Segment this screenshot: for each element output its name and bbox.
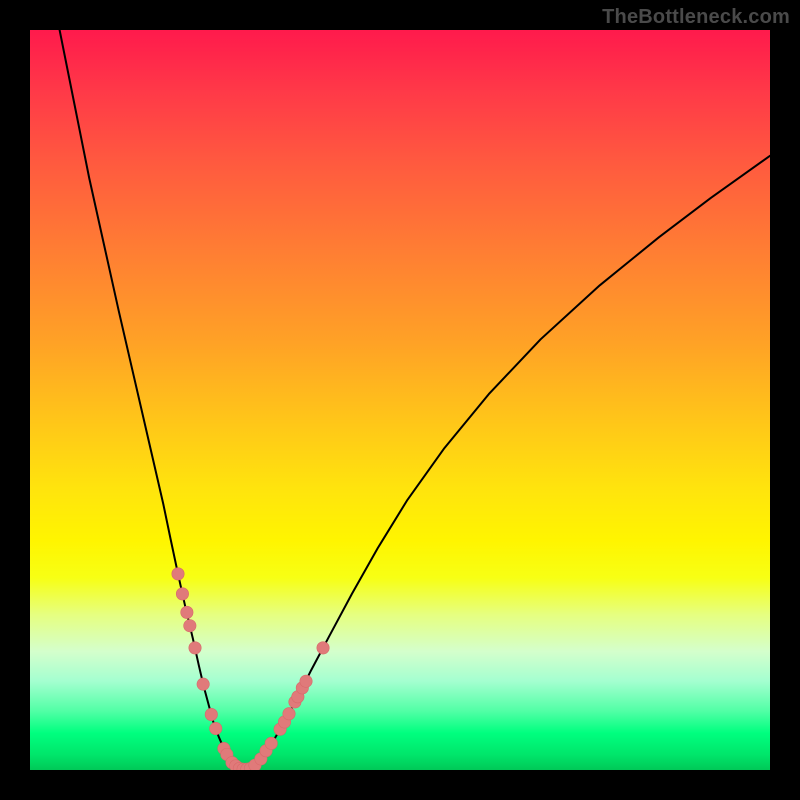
data-point	[210, 722, 222, 734]
data-point	[255, 753, 267, 765]
data-point	[197, 678, 209, 690]
data-point	[233, 762, 245, 770]
chart-frame: TheBottleneck.com	[0, 0, 800, 800]
data-point	[241, 763, 253, 770]
plot-svg	[30, 30, 770, 770]
data-point	[237, 763, 249, 770]
data-point	[260, 745, 272, 757]
data-point	[172, 568, 184, 580]
data-point	[230, 760, 242, 770]
data-point	[221, 748, 233, 760]
data-point	[274, 723, 286, 735]
data-point	[244, 762, 256, 770]
curve-layer	[60, 30, 770, 769]
data-point	[265, 737, 277, 749]
watermark-text: TheBottleneck.com	[602, 6, 790, 29]
data-point	[205, 708, 217, 720]
data-point	[189, 642, 201, 654]
data-point	[283, 708, 295, 720]
curve-right-branch	[250, 156, 770, 769]
data-point	[176, 588, 188, 600]
points-layer	[172, 568, 329, 770]
data-point	[218, 742, 230, 754]
data-point	[289, 696, 301, 708]
data-point	[184, 620, 196, 632]
data-point	[181, 606, 193, 618]
data-point	[296, 682, 308, 694]
data-point	[292, 691, 304, 703]
curve-left-branch	[60, 30, 240, 769]
data-point	[317, 642, 329, 654]
data-point	[226, 756, 238, 768]
data-point	[300, 675, 312, 687]
data-point	[278, 716, 290, 728]
data-point	[249, 759, 261, 770]
plot-area	[30, 30, 770, 770]
